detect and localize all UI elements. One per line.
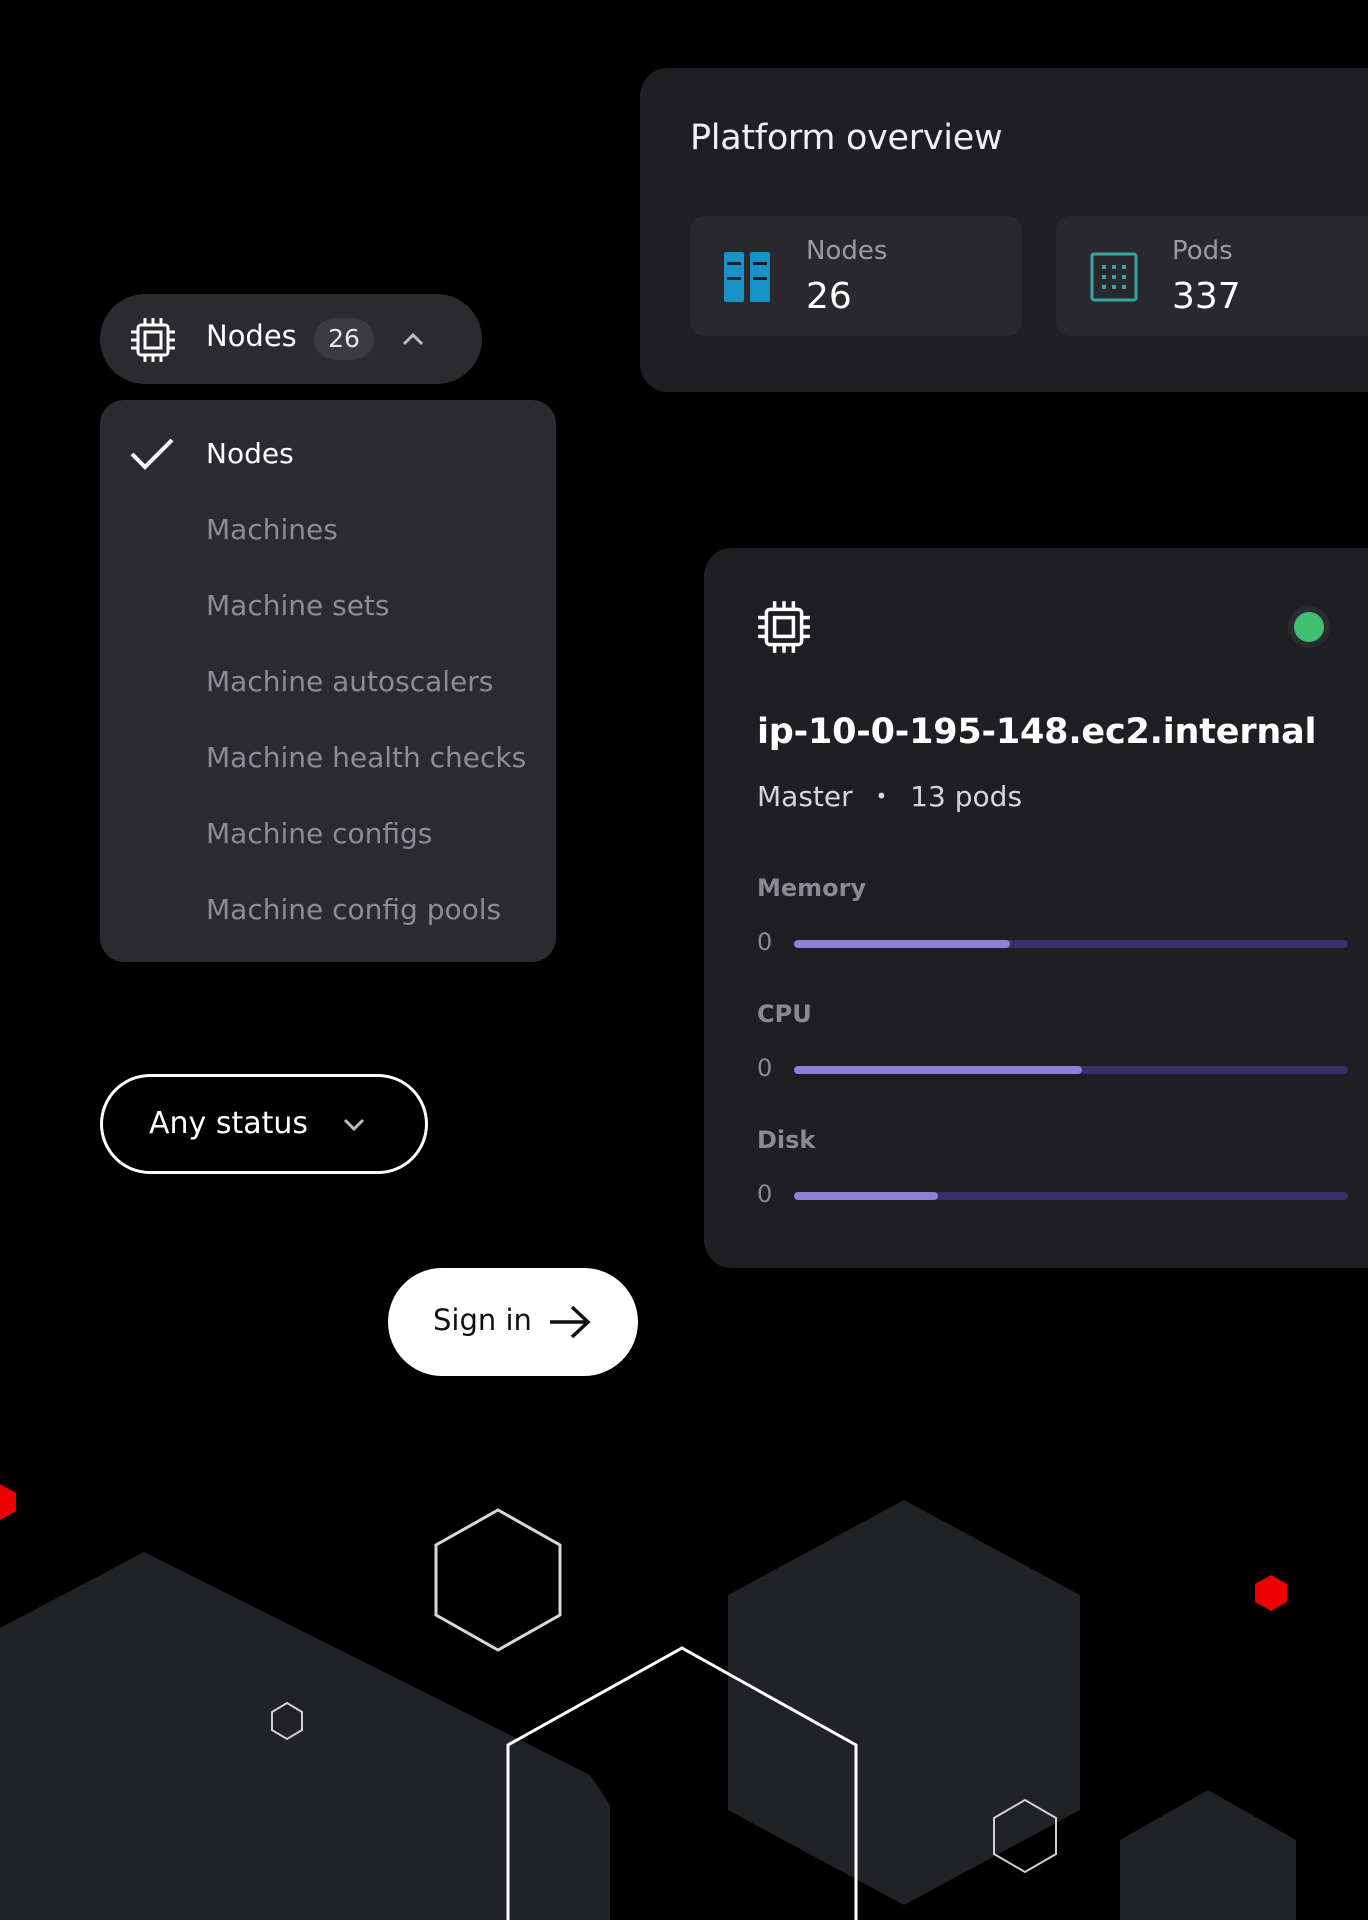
background-hexagon [1120, 1790, 1296, 1920]
menu-item-label: Machine config pools [206, 893, 502, 926]
stat-value: 337 [1172, 276, 1241, 317]
red-hexagon [0, 1484, 16, 1520]
background-hexagon [0, 1552, 610, 1920]
menu-item-machine-health-checks[interactable]: Machine health checks [100, 727, 556, 787]
outline-hexagon [434, 1508, 562, 1652]
node-status-indicator [1294, 612, 1324, 642]
cpu-usage-fill [794, 1066, 1083, 1074]
arrow-right-icon [548, 1304, 592, 1344]
chevron-up-icon [402, 331, 424, 350]
stat-nodes[interactable]: Nodes 26 [690, 216, 1022, 336]
platform-overview-card: Platform overview Nodes 26 Pods 337 [640, 68, 1368, 392]
stat-label: Pods [1172, 236, 1233, 266]
memory-usage-fill [794, 940, 1011, 948]
menu-item-label: Machine autoscalers [206, 665, 494, 698]
menu-item-label: Machine sets [206, 589, 390, 622]
memory-usage-bar [794, 940, 1348, 948]
metric-label-disk: Disk [757, 1126, 816, 1154]
meta-separator: • [875, 784, 888, 808]
stat-pods[interactable]: Pods 337 [1056, 216, 1368, 336]
cpu-chip-icon [130, 317, 176, 367]
menu-item-machine-autoscalers[interactable]: Machine autoscalers [100, 651, 556, 711]
status-filter-label: Any status [149, 1106, 309, 1141]
metric-min-memory: 0 [757, 928, 773, 956]
menu-item-label: Machine health checks [206, 741, 527, 774]
menu-item-machines[interactable]: Machines [100, 499, 556, 559]
menu-item-label: Nodes [206, 437, 294, 470]
metric-label-memory: Memory [757, 874, 867, 902]
nodes-filter-toggle[interactable]: Nodes 26 [100, 294, 482, 384]
checkmark-icon [130, 437, 174, 478]
disk-usage-bar [794, 1192, 1348, 1200]
node-card[interactable]: ip-10-0-195-148.ec2.internal Master • 13… [704, 548, 1368, 1268]
nodes-count-badge: 26 [314, 318, 374, 360]
cpu-usage-bar [794, 1066, 1348, 1074]
node-meta: Master • 13 pods [757, 780, 1022, 813]
menu-item-nodes[interactable]: Nodes [100, 423, 556, 483]
stat-value: 26 [806, 276, 852, 317]
status-filter-select[interactable]: Any status [100, 1074, 428, 1174]
red-hexagon [1255, 1575, 1287, 1611]
menu-item-machine-configs[interactable]: Machine configs [100, 803, 556, 863]
menu-item-label: Machines [206, 513, 338, 546]
stat-label: Nodes [806, 236, 888, 266]
pods-grid-icon [1090, 252, 1138, 306]
nodes-filter-label: Nodes [206, 319, 297, 353]
metric-min-disk: 0 [757, 1180, 773, 1208]
sign-in-label: Sign in [433, 1303, 532, 1337]
chevron-down-icon [343, 1117, 365, 1136]
metric-label-cpu: CPU [757, 1000, 812, 1028]
nodes-dropdown-menu: Nodes Machines Machine sets Machine auto… [100, 400, 556, 962]
cpu-chip-icon [757, 600, 811, 658]
node-pod-count: 13 pods [910, 780, 1023, 813]
platform-overview-title: Platform overview [690, 118, 1003, 158]
server-rack-icon [724, 252, 772, 306]
metric-min-cpu: 0 [757, 1054, 773, 1082]
menu-item-machine-config-pools[interactable]: Machine config pools [100, 879, 556, 939]
node-role: Master [757, 780, 853, 813]
menu-item-machine-sets[interactable]: Machine sets [100, 575, 556, 635]
sign-in-button[interactable]: Sign in [388, 1268, 638, 1376]
disk-usage-fill [794, 1192, 939, 1200]
node-name: ip-10-0-195-148.ec2.internal [757, 712, 1317, 752]
menu-item-label: Machine configs [206, 817, 433, 850]
